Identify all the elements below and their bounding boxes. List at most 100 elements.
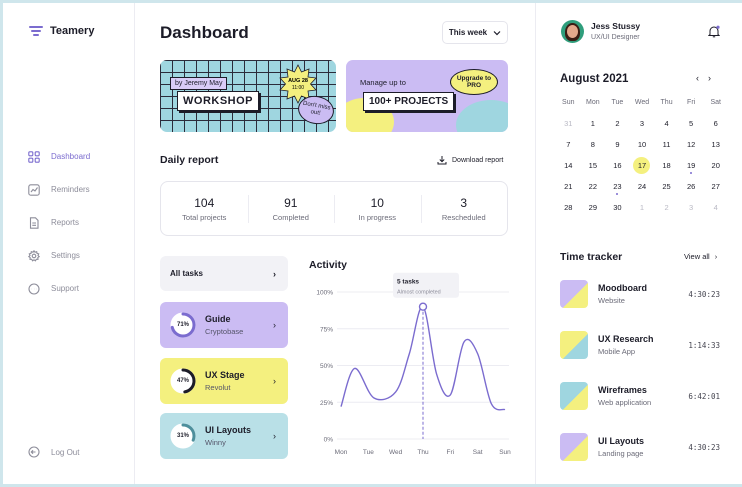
calendar-day[interactable]: 14 bbox=[556, 155, 581, 176]
daily-report-title: Daily report bbox=[160, 154, 219, 166]
calendar-day[interactable]: 28 bbox=[556, 197, 581, 218]
calendar-day[interactable]: 19 bbox=[679, 155, 704, 176]
calendar-day[interactable]: 31 bbox=[556, 113, 581, 134]
x-tick-label: Wed bbox=[389, 449, 403, 456]
calendar-day[interactable]: 10 bbox=[630, 134, 655, 155]
avatar[interactable] bbox=[561, 20, 584, 43]
calendar-day[interactable]: 16 bbox=[605, 155, 630, 176]
time-tracker-item[interactable]: UI Layouts Landing page 4:30:23 bbox=[560, 432, 720, 462]
calendar-day[interactable]: 15 bbox=[581, 155, 606, 176]
calendar-day[interactable]: 20 bbox=[703, 155, 728, 176]
calendar-next-button[interactable]: › bbox=[708, 73, 711, 83]
calendar-day[interactable]: 4 bbox=[703, 197, 728, 218]
project-name: Wireframes bbox=[598, 385, 647, 395]
workshop-tag: WORKSHOP bbox=[177, 91, 259, 111]
calendar-day[interactable]: 1 bbox=[581, 113, 606, 134]
logout-button[interactable]: Log Out bbox=[28, 446, 79, 458]
time-tracker-item[interactable]: Wireframes Web application 6:42:01 bbox=[560, 381, 720, 411]
calendar-day[interactable]: 27 bbox=[703, 176, 728, 197]
project-type: Mobile App bbox=[598, 347, 636, 356]
stat-completed: 91 Completed bbox=[247, 182, 335, 235]
calendar-day[interactable]: 8 bbox=[581, 134, 606, 155]
logo[interactable]: Teamery bbox=[29, 25, 94, 37]
sidebar-item-reminders[interactable]: Reminders bbox=[28, 173, 128, 206]
sidebar-item-support[interactable]: Support bbox=[28, 272, 128, 305]
sidebar-item-dashboard[interactable]: Dashboard bbox=[28, 140, 128, 173]
upgrade-button[interactable]: Upgrade to PRO bbox=[450, 69, 498, 95]
progress-value: 47% bbox=[176, 378, 189, 384]
weekday-label: Wed bbox=[634, 99, 650, 106]
page-title: Dashboard bbox=[160, 23, 249, 42]
calendar-day[interactable]: 29 bbox=[581, 197, 606, 218]
sidebar-item-label: Reports bbox=[51, 218, 80, 227]
stat-value: 91 bbox=[284, 195, 298, 210]
progress-value: 31% bbox=[176, 433, 189, 439]
calendar-day[interactable]: 30 bbox=[605, 197, 630, 218]
calendar-day[interactable]: 3 bbox=[630, 113, 655, 134]
period-dropdown[interactable]: This week bbox=[442, 21, 508, 44]
calendar-day[interactable]: 23 bbox=[605, 176, 630, 197]
task-card[interactable]: 71% Guide Cryptobase › bbox=[160, 302, 288, 348]
workshop-banner[interactable]: by Jeremy May WORKSHOP AUG 28 11:00 Don'… bbox=[160, 60, 336, 132]
calendar-day-today[interactable]: 17 bbox=[630, 155, 655, 176]
y-tick-label: 100% bbox=[316, 290, 333, 297]
progress-ring: 31% bbox=[170, 423, 196, 449]
x-tick-label: Fri bbox=[447, 449, 455, 456]
calendar-day[interactable]: 5 bbox=[679, 113, 704, 134]
calendar-day[interactable]: 6 bbox=[703, 113, 728, 134]
sidebar-item-reports[interactable]: Reports bbox=[28, 206, 128, 239]
sidebar-item-settings[interactable]: Settings bbox=[28, 239, 128, 272]
calendar-day[interactable]: 12 bbox=[679, 134, 704, 155]
project-type: Landing page bbox=[598, 449, 644, 458]
calendar-day[interactable]: 2 bbox=[605, 113, 630, 134]
download-report-button[interactable]: Download report bbox=[437, 155, 503, 165]
task-card[interactable]: 47% UX Stage Revolut › bbox=[160, 358, 288, 404]
main-content: Dashboard This week by Jeremy May WORKSH… bbox=[136, 3, 534, 484]
calendar-day[interactable]: 13 bbox=[703, 134, 728, 155]
calendar-day[interactable]: 3 bbox=[679, 197, 704, 218]
calendar-day[interactable]: 18 bbox=[654, 155, 679, 176]
time-tracker-item[interactable]: Moodboard Website 4:30:23 bbox=[560, 279, 720, 309]
sidebar-item-label: Reminders bbox=[51, 185, 90, 194]
calendar-day[interactable]: 21 bbox=[556, 176, 581, 197]
calendar-day[interactable]: 2 bbox=[654, 197, 679, 218]
calendar-day[interactable]: 7 bbox=[556, 134, 581, 155]
project-thumbnail bbox=[560, 382, 588, 410]
project-thumbnail bbox=[560, 433, 588, 461]
weekday-label: Thu bbox=[660, 99, 673, 106]
tracked-time: 4:30:23 bbox=[688, 442, 720, 452]
calendar-day[interactable]: 9 bbox=[605, 134, 630, 155]
user-role: UX/UI Designer bbox=[591, 34, 640, 41]
weekday-label: Sun bbox=[562, 99, 575, 106]
calendar-day[interactable]: 1 bbox=[630, 197, 655, 218]
calendar-day[interactable]: 24 bbox=[630, 176, 655, 197]
calendar-day[interactable]: 22 bbox=[581, 176, 606, 197]
all-tasks-button[interactable]: All tasks › bbox=[160, 256, 288, 291]
calendar-day[interactable]: 25 bbox=[654, 176, 679, 197]
time-tracker-item[interactable]: UX Research Mobile App 1:14:33 bbox=[560, 330, 720, 360]
bell-icon[interactable] bbox=[708, 25, 720, 38]
project-thumbnail bbox=[560, 280, 588, 308]
weekday-label: Mon bbox=[586, 99, 600, 106]
stat-rescheduled: 3 Rescheduled bbox=[420, 182, 508, 235]
calendar-day[interactable]: 11 bbox=[654, 134, 679, 155]
calendar-title: August 2021 bbox=[560, 73, 629, 85]
gear-icon bbox=[28, 249, 40, 262]
sidebar-item-label: Support bbox=[51, 284, 80, 293]
view-all-link[interactable]: View all › bbox=[684, 252, 717, 261]
calendar-day[interactable]: 4 bbox=[654, 113, 679, 134]
x-tick-label: Mon bbox=[335, 449, 348, 456]
calendar-day[interactable]: 26 bbox=[679, 176, 704, 197]
download-label: Download report bbox=[452, 156, 504, 164]
time-tracker-title: Time tracker bbox=[560, 251, 623, 263]
tracked-time: 1:14:33 bbox=[688, 340, 720, 350]
task-card[interactable]: 31% UI Layouts Winny › bbox=[160, 413, 288, 459]
pro-banner[interactable]: Manage up to 100+ PROJECTS Upgrade to PR… bbox=[346, 60, 508, 132]
calendar-prev-button[interactable]: ‹ bbox=[696, 73, 699, 83]
tooltip-title: 5 tasks bbox=[397, 279, 419, 286]
chevron-right-icon: › bbox=[714, 252, 718, 261]
sidebar-item-label: Dashboard bbox=[51, 152, 91, 161]
highlight-point[interactable] bbox=[418, 302, 428, 311]
stat-label: Rescheduled bbox=[441, 212, 486, 222]
sidebar: Teamery Dashboard Reminders Reports Sett… bbox=[3, 3, 135, 484]
